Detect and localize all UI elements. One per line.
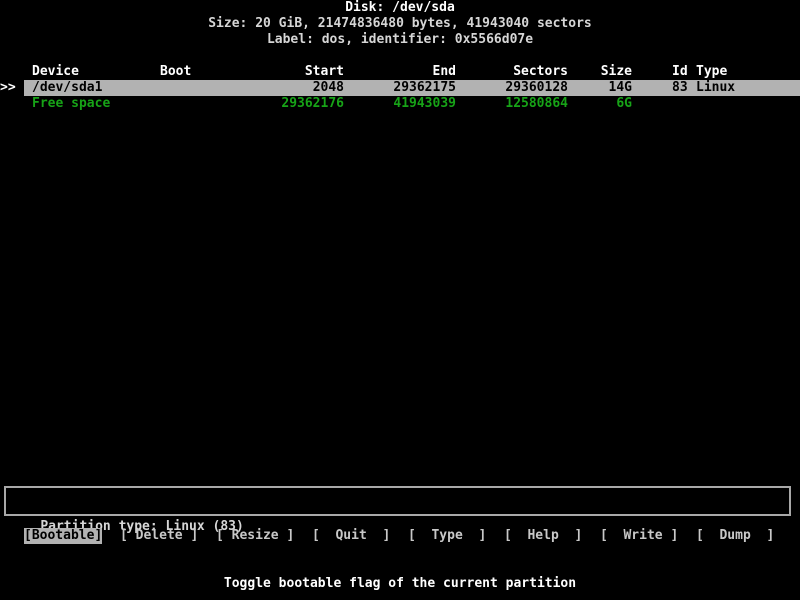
cell-sectors: 29360128 <box>505 80 568 96</box>
table-header: Device Boot Start End Sectors Size Id Ty… <box>0 64 800 80</box>
column-header-start: Start <box>305 64 344 80</box>
menu-item-type[interactable]: [ Type ] <box>408 528 486 544</box>
cell-end: 29362175 <box>393 80 456 96</box>
column-header-sectors: Sectors <box>513 64 568 80</box>
menu-item-dump[interactable]: [ Dump ] <box>696 528 774 544</box>
menu-item-delete[interactable]: [ Delete ] <box>120 528 198 544</box>
column-header-device: Device <box>32 64 79 80</box>
cfdisk-terminal: Disk: /dev/sda Size: 20 GiB, 21474836480… <box>0 0 800 600</box>
menu-item-write[interactable]: [ Write ] <box>600 528 678 544</box>
column-header-id: Id <box>672 64 688 80</box>
cell-start: 2048 <box>313 80 344 96</box>
menu-item-quit[interactable]: [ Quit ] <box>312 528 390 544</box>
column-header-end: End <box>433 64 456 80</box>
column-header-boot: Boot <box>160 64 191 80</box>
cell-device: /dev/sda1 <box>32 80 102 96</box>
menu-bar: [Bootable] [ Delete ] [ Resize ] [ Quit … <box>0 528 800 544</box>
cell-sectors: 12580864 <box>505 96 568 112</box>
partition-type-box: Partition type: Linux (83) <box>4 486 791 516</box>
cell-size: 14G <box>609 80 632 96</box>
disk-title: Disk: /dev/sda <box>0 0 800 16</box>
cell-device: Free space <box>32 96 110 112</box>
table-row-free-space[interactable]: Free space 29362176 41943039 12580864 6G <box>0 96 800 112</box>
table-row-sda1[interactable]: >> /dev/sda1 2048 29362175 29360128 14G … <box>0 80 800 96</box>
cell-id: 83 <box>672 80 688 96</box>
help-text: Toggle bootable flag of the current part… <box>0 576 800 592</box>
cell-start: 29362176 <box>281 96 344 112</box>
disk-label-line: Label: dos, identifier: 0x5566d07e <box>0 32 800 48</box>
menu-item-help[interactable]: [ Help ] <box>504 528 582 544</box>
disk-size-line: Size: 20 GiB, 21474836480 bytes, 4194304… <box>0 16 800 32</box>
cell-type: Linux <box>696 80 735 96</box>
cell-end: 41943039 <box>393 96 456 112</box>
column-header-type: Type <box>696 64 727 80</box>
menu-item-resize[interactable]: [ Resize ] <box>216 528 294 544</box>
cell-size: 6G <box>616 96 632 112</box>
selection-pointer: >> <box>0 80 16 96</box>
column-header-size: Size <box>601 64 632 80</box>
menu-item-bootable[interactable]: [Bootable] <box>24 528 102 544</box>
